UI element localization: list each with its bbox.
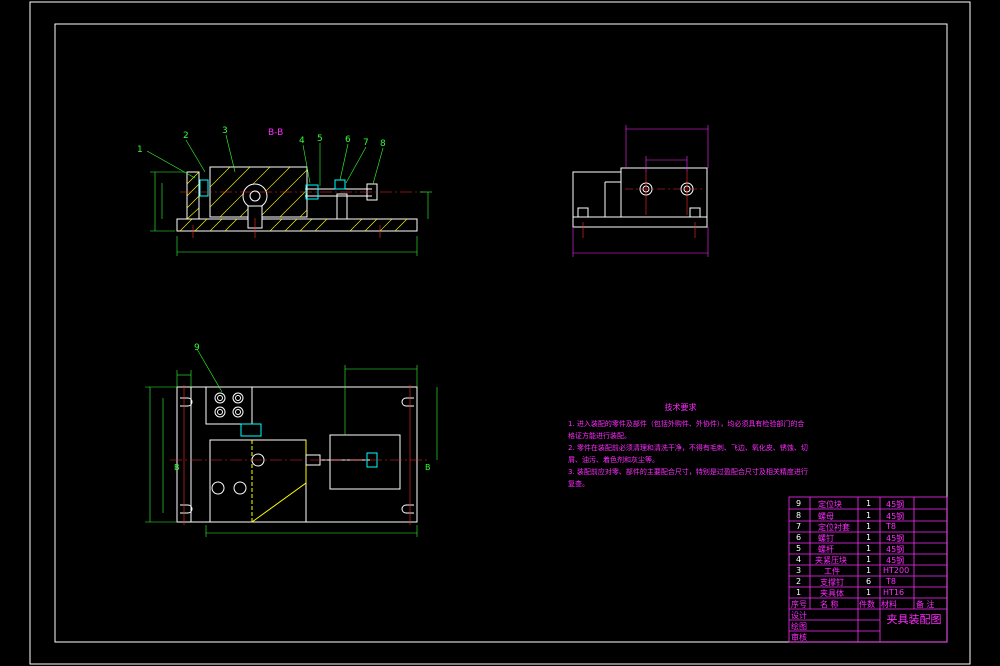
row-name: 夹具体 [820,589,844,598]
row-material: HT200 [883,566,910,575]
notes-title: 技术要求 [664,403,697,412]
row-no: 4 [796,555,802,564]
row-no: 9 [796,499,802,508]
note-line: 屑、油污、着色剂和灰尘等。 [568,456,659,464]
header-material: 材料 [881,600,897,609]
cad-drawing-sheet: 1 2 3 4 5 6 7 8 B-B 9 B B [29,1,971,665]
row-qty: 1 [866,555,872,564]
row-no: 1 [796,588,802,597]
row-qty: 1 [866,522,872,531]
design-label: 设计 [791,611,807,620]
review-label: 审核 [791,633,807,642]
top-view: 9 B B [145,343,438,537]
row-material: 45钢 [886,512,905,521]
row-name: 螺钉 [818,534,834,543]
row-name: 定位衬套 [818,523,850,532]
row-qty: 6 [866,577,872,586]
callout-1: 1 [137,145,143,155]
row-no: 3 [796,566,802,575]
side-view [572,125,709,257]
row-name: 工件 [824,567,840,576]
header-name: 名 称 [820,600,839,609]
row-material: 45钢 [886,556,905,565]
base-plate [176,218,418,232]
callout-4: 4 [299,136,305,146]
header-no: 序号 [791,600,807,609]
row-material: 45钢 [886,500,905,509]
technical-requirements: 技术要求 1. 进入装配的零件及部件（包括外购件、外协件），均必须具有检验部门的… [568,402,853,490]
callout-2: 2 [183,131,189,141]
callout-6: 6 [345,135,351,145]
header-qty: 件数 [859,600,875,609]
base-plate-top [176,386,418,523]
row-qty: 1 [866,566,872,575]
header-remark: 备 注 [916,600,935,609]
note-line: 1. 进入装配的零件及部件（包括外购件、外协件），均必须具有检验部门的合 [568,420,805,428]
callout-5: 5 [317,134,323,144]
view-marker-right: B [425,463,431,472]
front-section-view: 1 2 3 4 5 6 7 8 B-B [137,126,432,256]
row-qty: 1 [866,544,872,553]
row-material: T8 [886,522,896,531]
callout-7: 7 [363,138,369,148]
note-line: 3. 装配前应对零、部件的主要配合尺寸，特别是过盈配合尺寸及相关精度进行 [568,468,808,476]
note-line: 复查。 [568,480,589,488]
row-qty: 1 [866,533,872,542]
drawing-title: 夹具装配图 [886,613,942,626]
row-material: T8 [886,577,896,586]
note-line: 格证方能进行装配。 [568,432,631,440]
inner-border [54,23,948,643]
callout-9: 9 [194,343,200,353]
view-marker-left: B [174,463,180,472]
row-name: 螺杆 [818,545,834,554]
row-no: 7 [796,522,802,531]
row-qty: 1 [866,499,872,508]
section-label: B-B [268,128,283,138]
check-label: 绘图 [791,622,807,631]
row-material: 45钢 [886,545,905,554]
row-name: 定位块 [818,500,842,509]
callout-3: 3 [222,126,228,136]
row-no: 8 [796,511,802,520]
row-qty: 1 [866,511,872,520]
row-qty: 1 [866,588,872,597]
row-material: HT16 [883,588,905,597]
row-no: 5 [796,544,802,553]
row-no: 6 [796,533,802,542]
row-name: 螺母 [818,512,834,521]
row-material: 45钢 [886,534,905,543]
note-line: 2. 零件在装配前必须清理和清洗干净，不得有毛刺、飞边、氧化皮、锈蚀、切 [568,444,808,452]
callout-8: 8 [380,139,386,149]
row-name: 支撑钉 [820,578,844,587]
row-no: 2 [796,577,802,586]
row-name: 夹紧压块 [815,556,847,565]
